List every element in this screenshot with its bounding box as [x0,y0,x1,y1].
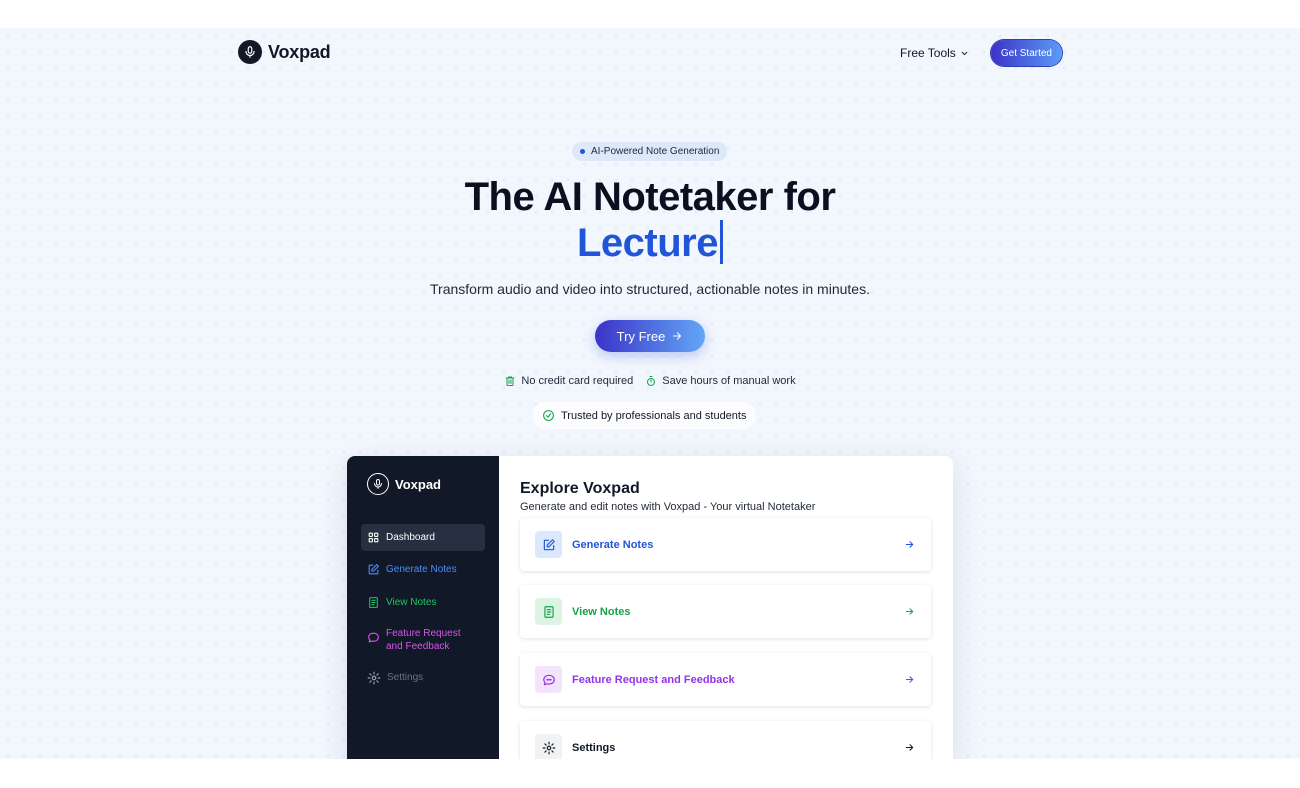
feature-save-hours: Save hours of manual work [645,375,796,387]
arrow-right-icon [673,332,682,340]
card-settings[interactable]: Settings [520,721,931,759]
typing-caret [720,220,723,264]
brand-link[interactable]: Voxpad [238,40,331,64]
card-generate-notes[interactable]: Generate Notes [520,518,931,571]
card-label: View Notes [572,605,631,618]
top-nav: Voxpad Free Tools Get Started [238,40,1062,68]
stopwatch-icon [647,376,656,386]
badge-label: AI-Powered Note Generation [591,146,720,157]
check-circle-icon [543,410,554,421]
card-view-notes[interactable]: View Notes [520,585,931,638]
ai-badge: AI-Powered Note Generation [572,142,728,161]
grid-icon [368,532,379,543]
gear-icon [367,671,381,685]
document-icon [369,597,378,608]
sidebar-item-label: Settings [387,672,424,683]
card-label: Settings [572,741,616,754]
sidebar-item-label: Feature Request and Feedback [386,628,461,652]
microphone-logo-icon [367,473,389,495]
sidebar-item-label: View Notes [386,597,437,608]
preview-main: Explore Voxpad Generate and edit notes w… [499,456,953,759]
edit-icon [368,564,379,575]
sidebar-item-feature-request[interactable]: Feature Request and Feedback [361,620,485,660]
card-icon-wrap [535,531,562,558]
sidebar-item-label: Generate Notes [386,564,457,575]
sidebar-item-dashboard[interactable]: Dashboard [361,524,485,551]
sidebar-item-view-notes[interactable]: View Notes [361,589,485,616]
chat-bubble-icon [542,674,555,685]
feature-label: No credit card required [521,375,634,387]
explore-title: Explore Voxpad [520,480,640,497]
landing-page: Voxpad Free Tools Get Started AI-Powered… [0,28,1300,759]
feature-label: Save hours of manual work [662,375,796,387]
trusted-badge: Trusted by professionals and students [532,402,757,429]
chevron-down-icon [961,51,968,55]
card-icon-wrap [535,598,562,625]
brand-name: Voxpad [268,41,331,62]
hero-rotating-word-wrap: Lecture [0,220,1300,266]
hero-title: The AI Notetaker for [464,175,836,219]
card-label: Feature Request and Feedback [572,673,735,686]
try-free-label: Try Free [616,328,666,344]
free-tools-label: Free Tools [900,46,956,60]
arrow-right-icon [905,608,914,615]
card-label: Generate Notes [572,538,654,551]
trusted-label: Trusted by professionals and students [561,409,747,422]
sidebar-brand-name: Voxpad [395,476,441,492]
arrow-right-icon [905,676,914,683]
preview-sidebar: Voxpad Dashboard Generate Notes View Not… [347,456,499,759]
badge-dot-icon [580,149,585,154]
edit-icon [543,538,555,550]
card-icon-wrap [535,666,562,693]
free-tools-menu[interactable]: Free Tools [900,46,969,60]
card-icon-wrap [535,734,562,759]
card-feature-request[interactable]: Feature Request and Feedback [520,653,931,706]
app-preview: Voxpad Dashboard Generate Notes View Not… [347,456,953,759]
sidebar-item-settings[interactable]: Settings [361,664,485,692]
hero-subtitle: Transform audio and video into structure… [430,281,870,297]
sidebar-brand[interactable]: Voxpad [367,473,441,495]
arrow-right-icon [905,744,914,751]
trash-icon [505,376,515,386]
try-free-button[interactable]: Try Free [595,320,705,352]
hero-rotating-word: Lecture [577,221,719,265]
arrow-right-icon [905,541,914,548]
explore-subtitle: Generate and edit notes with Voxpad - Yo… [520,501,816,513]
sidebar-item-label: Dashboard [386,532,435,543]
feature-list: No credit card required Save hours of ma… [0,375,1300,387]
microphone-logo-icon [238,40,262,64]
sidebar-item-generate-notes[interactable]: Generate Notes [361,556,485,583]
gear-icon [542,741,555,754]
chat-bubble-icon [368,632,379,643]
get-started-button[interactable]: Get Started [990,40,1062,66]
document-icon [543,605,554,618]
feature-no-credit-card: No credit card required [504,375,633,387]
